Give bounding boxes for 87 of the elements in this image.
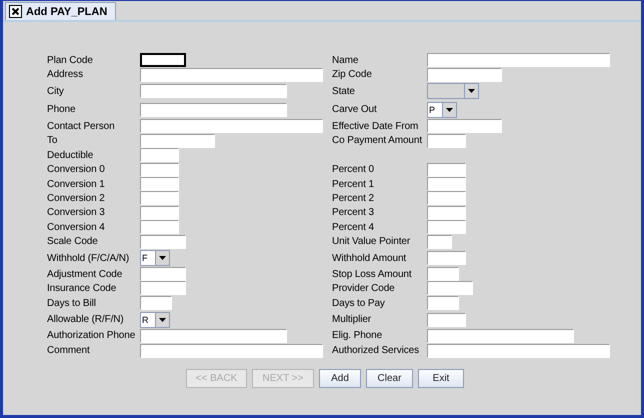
dropdown-arrow-icon bbox=[446, 108, 453, 112]
field-label: Authorized Services bbox=[332, 345, 420, 356]
input-field[interactable] bbox=[427, 328, 574, 342]
field-label: Elig. Phone bbox=[332, 330, 384, 341]
field-label: Conversion 0 bbox=[47, 164, 106, 175]
input-field[interactable] bbox=[427, 234, 452, 248]
input-field[interactable] bbox=[140, 267, 186, 281]
field-label: Deductible bbox=[47, 150, 94, 160]
input-field[interactable] bbox=[427, 53, 610, 67]
input-field[interactable] bbox=[427, 281, 473, 295]
input-field[interactable] bbox=[140, 134, 215, 148]
input-field[interactable] bbox=[427, 312, 466, 326]
field-label: Stop Loss Amount bbox=[332, 268, 413, 280]
field-label: Scale Code bbox=[47, 236, 99, 247]
dialog-button[interactable]: Exit bbox=[418, 369, 464, 388]
dropdown-arrow-icon bbox=[159, 256, 166, 260]
field-label: Conversion 1 bbox=[47, 178, 106, 190]
field-label: Zip Code bbox=[332, 69, 373, 80]
field-label: City bbox=[47, 86, 65, 96]
input-field[interactable] bbox=[427, 267, 459, 281]
field-label: Unit Value Pointer bbox=[332, 236, 412, 247]
dropdown[interactable]: F bbox=[140, 250, 170, 266]
input-field[interactable] bbox=[140, 119, 323, 133]
field-label: To bbox=[47, 135, 58, 146]
input-field[interactable] bbox=[140, 177, 179, 191]
dialog-button[interactable]: Add bbox=[319, 369, 361, 388]
input-field[interactable] bbox=[140, 148, 179, 162]
input-field[interactable] bbox=[427, 296, 459, 310]
input-field[interactable] bbox=[140, 191, 179, 205]
input-field[interactable] bbox=[427, 206, 466, 220]
dropdown[interactable]: P bbox=[427, 102, 457, 118]
field-label: Multiplier bbox=[332, 314, 372, 325]
field-label: Comment bbox=[47, 345, 91, 356]
input-field[interactable] bbox=[140, 68, 323, 82]
input-field[interactable] bbox=[140, 328, 287, 342]
field-label: Percent 3 bbox=[332, 207, 375, 218]
field-label: Contact Person bbox=[47, 120, 116, 132]
field-label: Days to Pay bbox=[332, 298, 386, 308]
dropdown[interactable]: R bbox=[140, 312, 170, 328]
input-field[interactable] bbox=[427, 177, 466, 191]
field-label: Conversion 3 bbox=[47, 207, 106, 218]
input-field[interactable] bbox=[427, 162, 466, 176]
dropdown[interactable] bbox=[427, 83, 479, 99]
input-field[interactable] bbox=[427, 119, 502, 133]
field-label: Provider Code bbox=[332, 282, 396, 294]
field-label: Conversion 2 bbox=[47, 192, 106, 204]
close-icon[interactable] bbox=[9, 5, 22, 18]
input-field[interactable] bbox=[140, 344, 323, 358]
dropdown-arrow-icon bbox=[159, 318, 166, 322]
input-field[interactable] bbox=[427, 220, 466, 234]
field-label: Authorization Phone bbox=[47, 330, 136, 341]
field-label: Co Payment Amount bbox=[332, 135, 424, 146]
input-field[interactable] bbox=[140, 53, 186, 67]
input-field[interactable] bbox=[140, 296, 172, 310]
field-label: State bbox=[332, 86, 356, 96]
field-label: Percent 0 bbox=[332, 164, 375, 175]
input-field[interactable] bbox=[140, 206, 179, 220]
input-field[interactable] bbox=[140, 234, 186, 248]
field-label: Adjustment Code bbox=[47, 268, 124, 280]
field-label: Insurance Code bbox=[47, 282, 118, 294]
input-field[interactable] bbox=[140, 220, 179, 234]
input-field[interactable] bbox=[140, 102, 287, 116]
input-field[interactable] bbox=[427, 68, 502, 82]
field-label: Name bbox=[332, 54, 360, 66]
field-label: Days to Bill bbox=[47, 298, 97, 308]
field-label: Allowable (R/F/N) bbox=[47, 314, 125, 325]
input-field[interactable] bbox=[427, 251, 466, 265]
field-label: Conversion 4 bbox=[47, 222, 106, 232]
field-label: Withhold Amount bbox=[332, 252, 408, 264]
input-field[interactable] bbox=[140, 162, 179, 176]
field-label: Address bbox=[47, 69, 84, 80]
input-field[interactable] bbox=[427, 191, 466, 205]
dialog-button[interactable]: Clear bbox=[366, 369, 413, 388]
field-label: Percent 1 bbox=[332, 178, 375, 190]
field-label: Percent 4 bbox=[332, 222, 375, 232]
field-label: Carve Out bbox=[332, 104, 378, 115]
input-field[interactable] bbox=[140, 84, 287, 98]
field-label: Percent 2 bbox=[332, 192, 375, 204]
field-label: Phone bbox=[47, 104, 76, 115]
field-label: Effective Date From bbox=[332, 120, 420, 132]
input-field[interactable] bbox=[427, 134, 466, 148]
tab[interactable]: Add PAY_PLAN bbox=[5, 2, 116, 20]
input-field[interactable] bbox=[427, 344, 610, 358]
input-field[interactable] bbox=[140, 281, 186, 295]
field-label: Plan Code bbox=[47, 54, 94, 66]
field-label: Withhold (F/C/A/N) bbox=[47, 252, 130, 264]
dropdown-arrow-icon bbox=[468, 89, 475, 93]
